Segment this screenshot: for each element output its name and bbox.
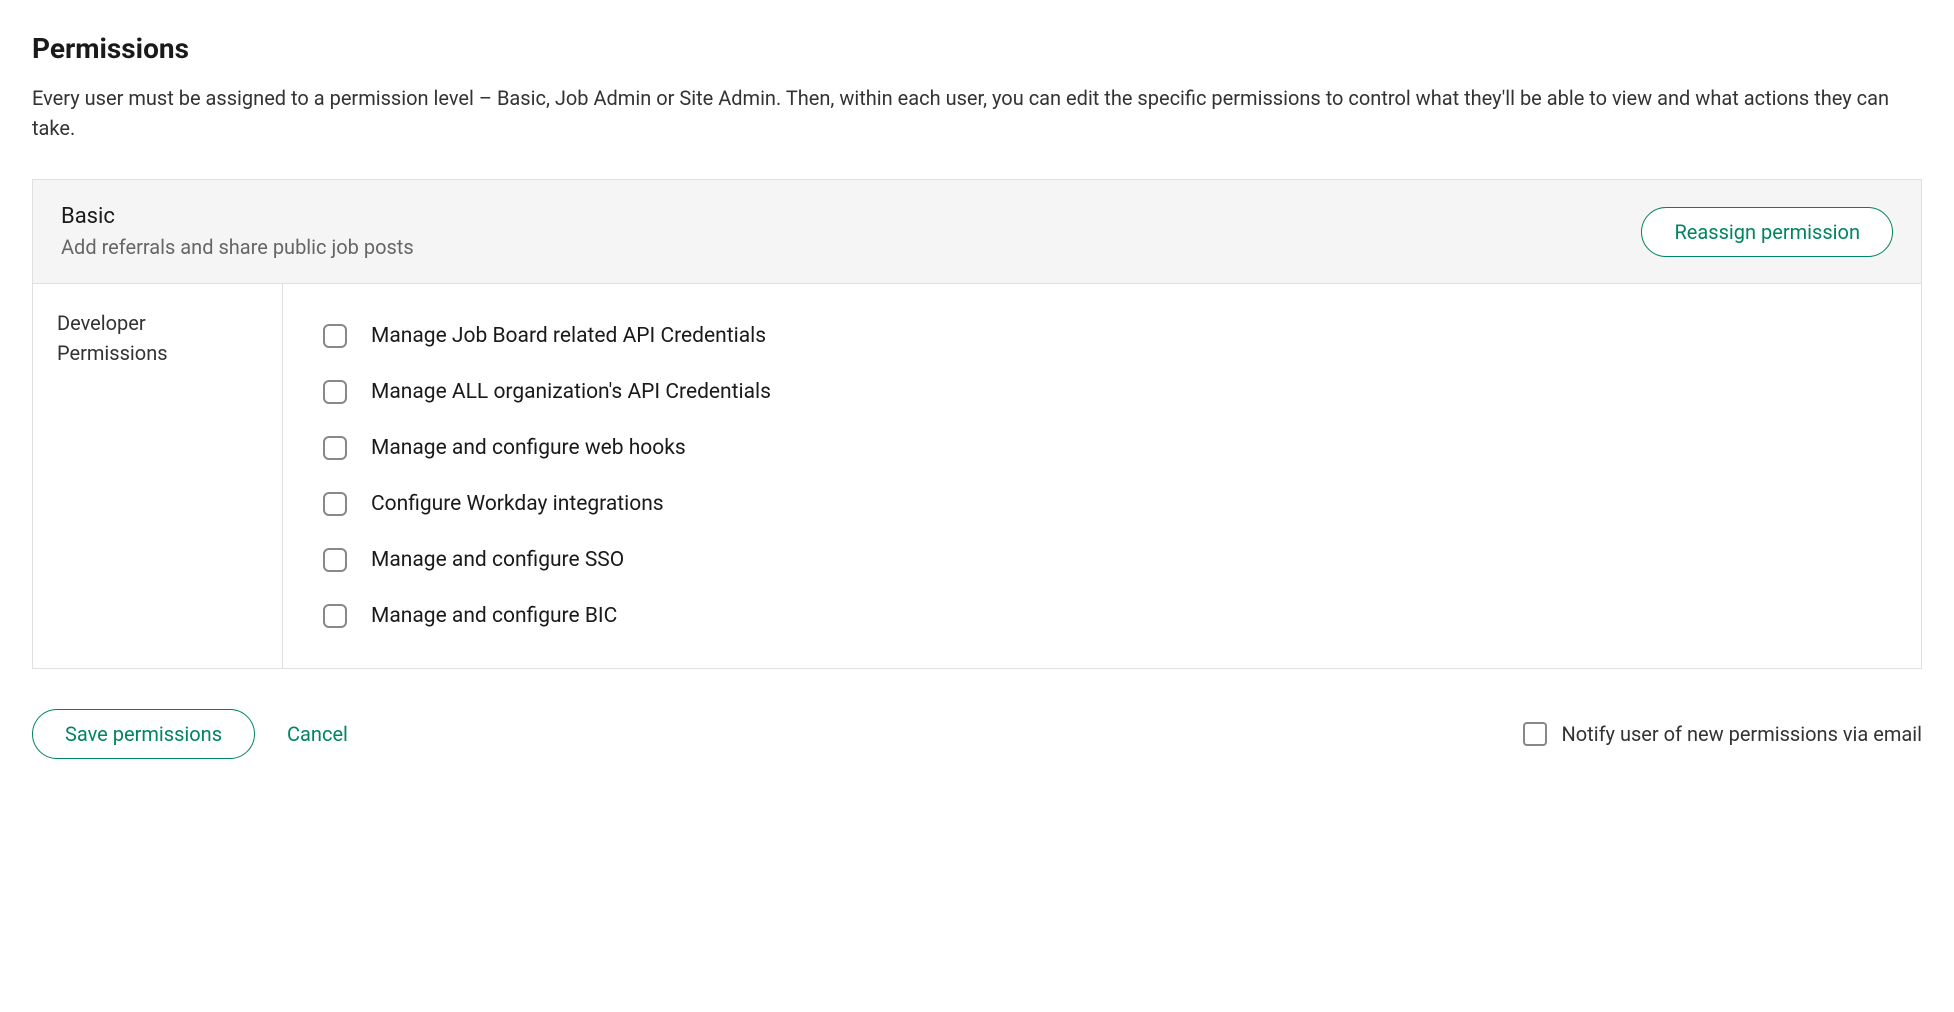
permission-label: Manage and configure web hooks xyxy=(371,436,686,460)
footer-right: Notify user of new permissions via email xyxy=(1523,722,1922,746)
permission-checkbox-manage-all-org-api[interactable] xyxy=(323,380,347,404)
permission-label: Manage ALL organization's API Credential… xyxy=(371,380,771,404)
permission-level-title: Basic xyxy=(61,204,414,229)
permission-checkbox-manage-bic[interactable] xyxy=(323,604,347,628)
footer-left: Save permissions Cancel xyxy=(32,709,348,759)
sidebar-item-developer-permissions[interactable]: Developer Permissions xyxy=(57,308,258,368)
panel-header: Basic Add referrals and share public job… xyxy=(33,180,1921,284)
permission-label: Manage and configure BIC xyxy=(371,604,617,628)
page-description: Every user must be assigned to a permiss… xyxy=(32,83,1922,143)
permission-level-subtitle: Add referrals and share public job posts xyxy=(61,235,414,259)
permissions-container: Permissions Every user must be assigned … xyxy=(32,32,1922,759)
notify-user-checkbox[interactable] xyxy=(1523,722,1547,746)
permission-checkbox-manage-sso[interactable] xyxy=(323,548,347,572)
permission-row: Manage and configure BIC xyxy=(323,588,1881,644)
notify-user-label: Notify user of new permissions via email xyxy=(1561,722,1922,746)
panel-body: Developer Permissions Manage Job Board r… xyxy=(33,284,1921,668)
permissions-panel: Basic Add referrals and share public job… xyxy=(32,179,1922,669)
permission-checkbox-manage-webhooks[interactable] xyxy=(323,436,347,460)
footer: Save permissions Cancel Notify user of n… xyxy=(32,709,1922,759)
save-permissions-button[interactable]: Save permissions xyxy=(32,709,255,759)
reassign-permission-button[interactable]: Reassign permission xyxy=(1641,207,1893,257)
permission-label: Configure Workday integrations xyxy=(371,492,664,516)
permission-checkbox-configure-workday[interactable] xyxy=(323,492,347,516)
permission-label: Manage Job Board related API Credentials xyxy=(371,324,766,348)
permission-row: Manage ALL organization's API Credential… xyxy=(323,364,1881,420)
page-title: Permissions xyxy=(32,32,1922,65)
permissions-content: Manage Job Board related API Credentials… xyxy=(283,284,1921,668)
permission-label: Manage and configure SSO xyxy=(371,548,624,572)
permission-row: Manage and configure SSO xyxy=(323,532,1881,588)
panel-header-left: Basic Add referrals and share public job… xyxy=(61,204,414,259)
permission-checkbox-manage-job-board-api[interactable] xyxy=(323,324,347,348)
permission-row: Configure Workday integrations xyxy=(323,476,1881,532)
permissions-sidebar: Developer Permissions xyxy=(33,284,283,668)
permission-row: Manage Job Board related API Credentials xyxy=(323,308,1881,364)
cancel-button[interactable]: Cancel xyxy=(287,722,348,746)
permission-row: Manage and configure web hooks xyxy=(323,420,1881,476)
